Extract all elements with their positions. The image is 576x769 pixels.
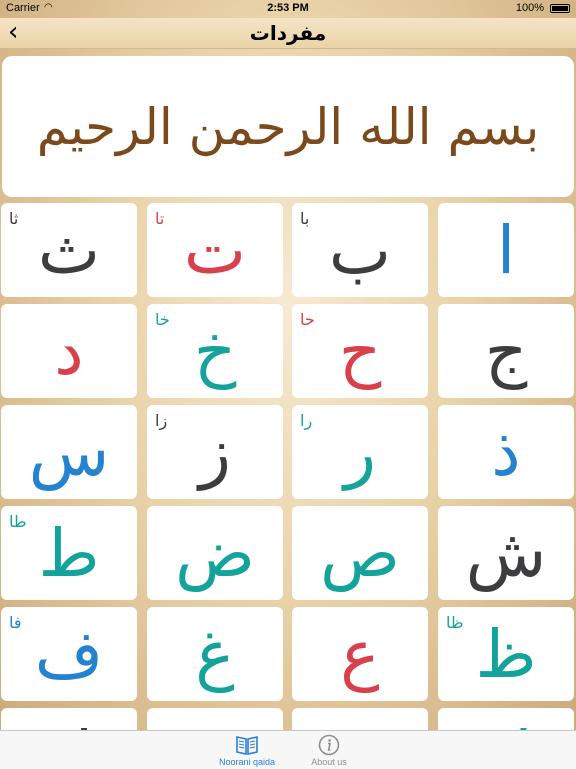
letter-card[interactable]: ث ثا <box>1 203 137 297</box>
letter-card[interactable]: د <box>1 304 137 398</box>
letter-pronunciation: ظا <box>446 613 464 632</box>
letter-glyph: د <box>54 313 84 390</box>
letter-glyph: ر <box>344 414 376 491</box>
letter-card[interactable]: ض <box>147 506 283 600</box>
letter-glyph: ن <box>147 710 283 730</box>
letter-card[interactable]: ص <box>292 506 428 600</box>
navigation-bar: ‹ مفردات <box>0 18 576 49</box>
letter-glyph: ذ <box>491 414 521 491</box>
letter-pronunciation: طا <box>9 512 27 531</box>
letter-glyph: ت <box>183 212 247 289</box>
letter-card[interactable]: ف فا <box>1 607 137 701</box>
status-time: 2:53 PM <box>267 2 309 14</box>
letter-card[interactable]: ق <box>292 708 428 730</box>
letter-glyph: ض <box>175 515 255 592</box>
letter-pronunciation: تا <box>155 209 165 228</box>
letter-card[interactable]: ذ <box>438 405 574 499</box>
letter-glyph: غ <box>195 616 235 693</box>
bismillah-banner: بسم الله الرحمن الرحيم <box>2 56 574 197</box>
letter-card[interactable]: ش <box>438 506 574 600</box>
letter-card[interactable]: ج <box>438 304 574 398</box>
letter-card[interactable]: ت تا <box>147 203 283 297</box>
letter-pronunciation: خا <box>155 310 170 329</box>
letter-glyph: ع <box>340 616 380 693</box>
tab-bar: Noorani qaida About us <box>0 730 576 769</box>
page-title: مفردات <box>249 21 327 45</box>
letter-card[interactable]: ك <box>438 708 574 730</box>
letter-card[interactable]: خ خا <box>147 304 283 398</box>
letter-glyph: ل <box>1 710 137 730</box>
letter-glyph: ا <box>496 212 516 289</box>
letter-glyph: ش <box>465 515 547 592</box>
letter-pronunciation: زا <box>155 411 168 430</box>
letter-glyph: س <box>28 414 110 491</box>
book-icon <box>236 736 258 755</box>
letter-glyph: ث <box>37 212 101 289</box>
letter-glyph: ق <box>292 710 428 730</box>
letter-card[interactable]: ح حا <box>292 304 428 398</box>
letter-pronunciation: با <box>300 209 310 228</box>
letter-glyph: ب <box>328 212 392 289</box>
tab-label: About us <box>311 757 347 767</box>
tab-about-us[interactable]: About us <box>274 731 384 769</box>
battery-percent: 100% <box>515 2 544 14</box>
letter-card[interactable]: ب با <box>292 203 428 297</box>
info-icon <box>318 734 340 756</box>
status-bar: Carrier ◠ 2:53 PM 100% <box>0 0 576 18</box>
letter-grid: ا ب با ت تا ث ثا ج ح حا خ خا د ذ ر را ز زا س ش ص ض ط طا ظ ظا ع غ ف فا… <box>0 203 576 730</box>
letter-card[interactable]: ز زا <box>147 405 283 499</box>
letter-pronunciation: فا <box>9 613 22 632</box>
letter-card[interactable]: ظ ظا <box>438 607 574 701</box>
letter-card[interactable]: ن <box>147 708 283 730</box>
letter-glyph: ز <box>199 414 231 491</box>
battery-icon <box>550 4 570 13</box>
letter-pronunciation: را <box>300 411 313 430</box>
letter-pronunciation: حا <box>300 310 315 329</box>
letter-pronunciation: ثا <box>9 209 19 228</box>
letter-glyph: ص <box>320 515 400 592</box>
letter-card[interactable]: ع <box>292 607 428 701</box>
letter-card[interactable]: ا <box>438 203 574 297</box>
letter-glyph: ك <box>438 710 574 730</box>
letter-card[interactable]: س <box>1 405 137 499</box>
letter-glyph: ج <box>484 313 528 390</box>
letter-card[interactable]: ر را <box>292 405 428 499</box>
letter-card[interactable]: ل <box>1 708 137 730</box>
letter-card[interactable]: غ <box>147 607 283 701</box>
bismillah-text: بسم الله الرحمن الرحيم <box>36 97 540 156</box>
letter-card[interactable]: ط طا <box>1 506 137 600</box>
